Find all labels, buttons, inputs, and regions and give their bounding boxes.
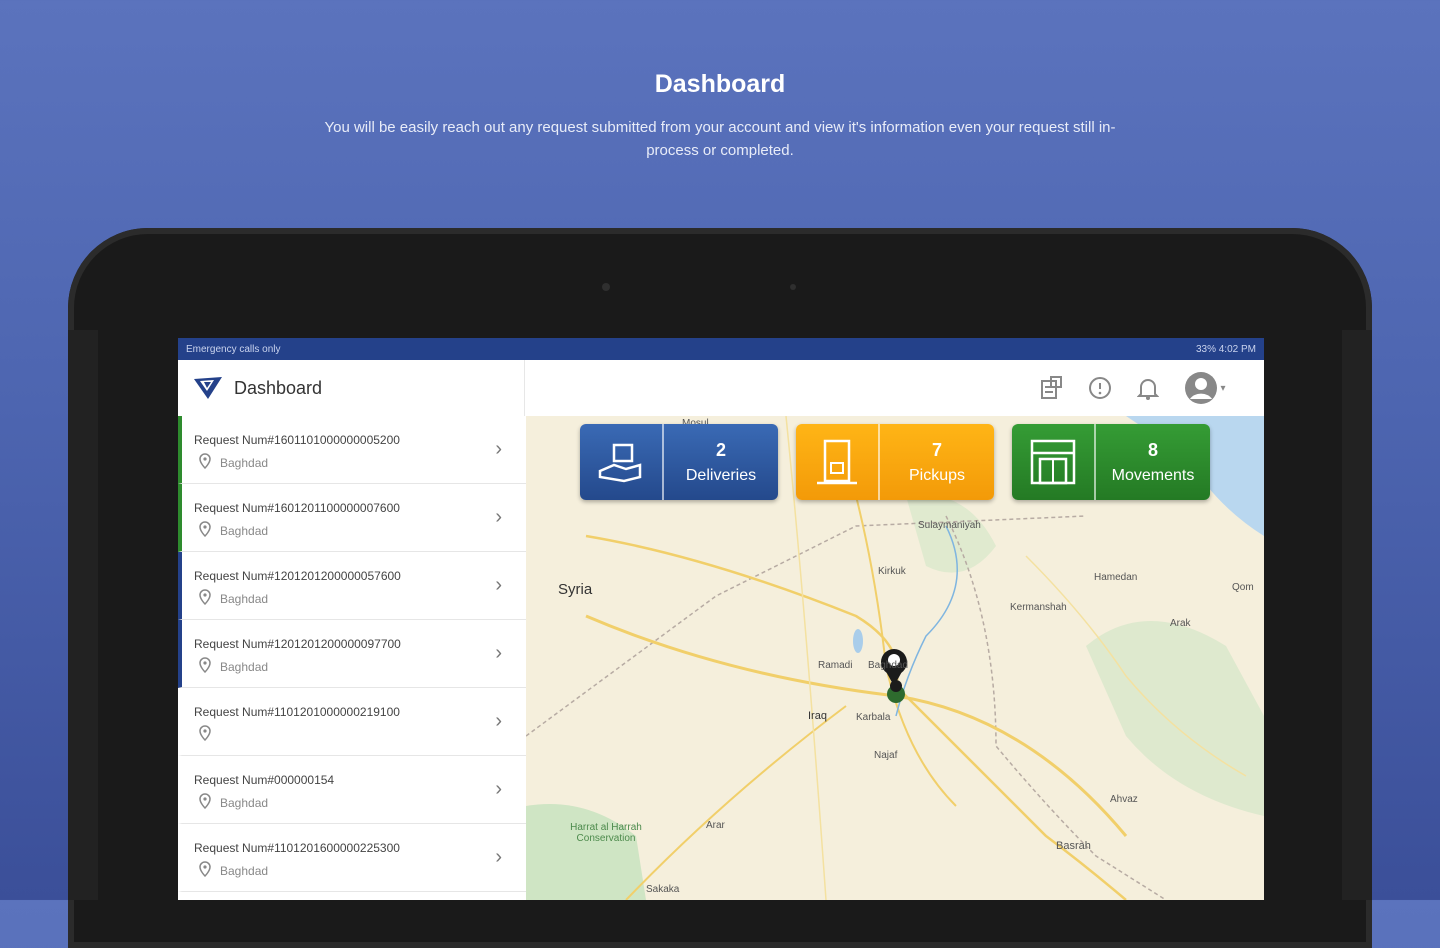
chevron-right-icon: › bbox=[495, 438, 502, 460]
promo-description: You will be easily reach out any request… bbox=[324, 119, 1116, 159]
delivery-box-icon bbox=[580, 424, 664, 500]
request-location: Baghdad bbox=[220, 796, 269, 810]
request-row[interactable]: Request Num#1101201000000219100 › bbox=[178, 688, 526, 756]
page-title: Dashboard bbox=[234, 377, 323, 398]
status-right: 33% 4:02 PM bbox=[1195, 343, 1256, 355]
chevron-down-icon: ▾ bbox=[1220, 382, 1226, 394]
pickups-card[interactable]: 7 Pickups bbox=[796, 424, 994, 500]
map-label-karbala: Karbala bbox=[856, 712, 891, 723]
request-row[interactable]: Request Num#1201201200000097700 Baghdad › bbox=[178, 620, 526, 688]
pickups-label: Pickups bbox=[908, 466, 966, 484]
request-location: Baghdad bbox=[220, 660, 269, 674]
location-pin-icon bbox=[199, 589, 211, 605]
app-logo-icon bbox=[194, 377, 222, 399]
movements-card[interactable]: 8 Movements bbox=[1012, 424, 1210, 500]
map-label-kirkuk: Kirkuk bbox=[878, 566, 906, 577]
status-bar: Emergency calls only 33% 4:02 PM bbox=[178, 338, 1264, 360]
map-view[interactable]: Syria Iraq Baghdad Karbala Najaf Basrah … bbox=[526, 416, 1264, 900]
camera-dot bbox=[602, 283, 610, 291]
chevron-right-icon: › bbox=[495, 846, 502, 868]
bell-icon[interactable] bbox=[1134, 374, 1162, 402]
warehouse-icon bbox=[1012, 424, 1096, 500]
pickup-door-icon bbox=[796, 424, 880, 500]
request-row[interactable]: Request Num#1601101000000005200 Baghdad › bbox=[178, 416, 526, 484]
map-label-sulaymaniyah: Sulaymaniyah bbox=[918, 520, 981, 531]
map-label-qom: Qom bbox=[1232, 582, 1254, 593]
request-number: Request Num#1601101000000005200 bbox=[194, 433, 400, 447]
map-label-syria: Syria bbox=[558, 581, 593, 598]
request-row[interactable]: Request Num#1101201600000225300 Baghdad › bbox=[178, 824, 526, 892]
movements-count: 8 bbox=[1147, 439, 1158, 460]
request-row[interactable]: Request Num#000000154 Baghdad › bbox=[178, 756, 526, 824]
map-label-baghdad: Baghdad bbox=[868, 660, 909, 671]
request-number: Request Num#1201201200000057600 bbox=[194, 569, 401, 583]
tablet-screen: Emergency calls only 33% 4:02 PM Dashboa… bbox=[178, 338, 1264, 900]
map-label-hamedan: Hamedan bbox=[1094, 572, 1138, 583]
deliveries-card[interactable]: 2 Deliveries bbox=[580, 424, 778, 500]
chevron-right-icon: › bbox=[495, 574, 502, 596]
map-label-sakaka: Sakaka bbox=[646, 884, 680, 895]
location-pin-icon bbox=[199, 521, 211, 537]
map-label-ramadi: Ramadi bbox=[818, 660, 853, 671]
map-label-iraq: Iraq bbox=[808, 710, 827, 722]
request-location: Baghdad bbox=[220, 524, 269, 538]
request-row[interactable]: Request Num#1601201100000007600 Baghdad › bbox=[178, 484, 526, 552]
chevron-right-icon: › bbox=[495, 642, 502, 664]
sensor-dot bbox=[790, 284, 796, 290]
map-label-basrah: Basrah bbox=[1056, 840, 1091, 852]
app-bar: Dashboard ▾ bbox=[178, 360, 1264, 417]
request-number: Request Num#1601201100000007600 bbox=[194, 501, 400, 515]
location-pin-icon bbox=[199, 657, 211, 673]
map-label-harrat: Harrat al Harrah Conservation bbox=[570, 822, 642, 844]
request-number: Request Num#1101201600000225300 bbox=[194, 841, 400, 855]
chevron-right-icon: › bbox=[495, 778, 502, 800]
map-label-arar: Arar bbox=[706, 820, 725, 831]
map-label-ahvaz: Ahvaz bbox=[1110, 794, 1138, 805]
location-pin-icon bbox=[199, 793, 211, 809]
request-location: Baghdad bbox=[220, 456, 269, 470]
location-pin-icon bbox=[199, 453, 211, 469]
request-number: Request Num#000000154 bbox=[194, 773, 335, 787]
tablet-edge-left bbox=[68, 330, 98, 900]
request-location: Baghdad bbox=[220, 592, 269, 606]
map-label-kermanshah: Kermanshah bbox=[1010, 602, 1067, 613]
tablet-edge-right bbox=[1342, 330, 1372, 900]
request-number: Request Num#1201201200000097700 bbox=[194, 637, 401, 651]
promo-title: Dashboard bbox=[654, 70, 786, 98]
chevron-right-icon: › bbox=[495, 710, 502, 732]
appbar-divider bbox=[524, 360, 525, 416]
deliveries-label: Deliveries bbox=[685, 466, 757, 484]
chevron-right-icon: › bbox=[495, 506, 502, 528]
requests-icon[interactable] bbox=[1038, 374, 1066, 402]
request-location: Baghdad bbox=[220, 864, 269, 878]
location-pin-icon bbox=[199, 725, 211, 741]
request-number: Request Num#1101201000000219100 bbox=[194, 705, 400, 719]
info-icon[interactable] bbox=[1086, 374, 1114, 402]
request-row[interactable]: Request Num#1201201200000057600 Baghdad › bbox=[178, 552, 526, 620]
map-label-arak: Arak bbox=[1170, 618, 1191, 629]
status-left: Emergency calls only bbox=[186, 343, 281, 355]
movements-label: Movements bbox=[1111, 466, 1195, 484]
location-pin-icon bbox=[199, 861, 211, 877]
account-icon[interactable]: ▾ bbox=[1182, 372, 1228, 404]
deliveries-count: 2 bbox=[715, 439, 726, 460]
request-list: Request Num#1601101000000005200 Baghdad › R… bbox=[178, 416, 527, 900]
pickups-count: 7 bbox=[931, 439, 942, 460]
map-label-najaf: Najaf bbox=[874, 750, 898, 761]
